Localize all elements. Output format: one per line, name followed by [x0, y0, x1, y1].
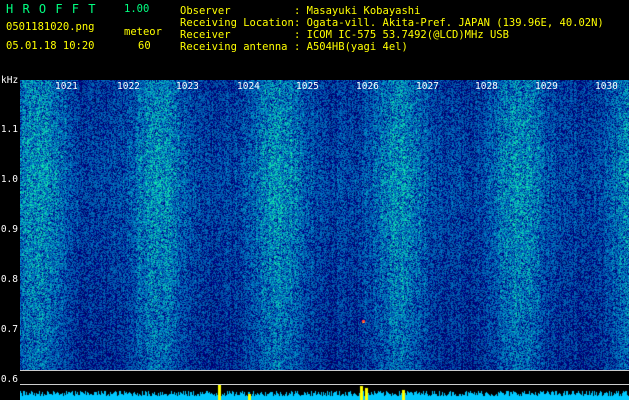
divider-line: [20, 370, 629, 371]
spectrogram-canvas: [20, 80, 629, 370]
file-name: 0501181020.png: [6, 21, 95, 33]
y-tick-label: 0.9: [0, 224, 18, 235]
receiver-label: Receiver: [180, 29, 231, 41]
x-tick-label: 1030: [595, 81, 618, 92]
signal-strip-canvas: [20, 385, 629, 400]
x-tick-label: 1025: [296, 81, 319, 92]
count-value: 60: [138, 40, 151, 52]
location-value: : Ogata-vill. Akita-Pref. JAPAN (139.96E…: [294, 17, 604, 29]
datetime: 05.01.18 10:20: [6, 40, 95, 52]
y-tick-label: 0.7: [0, 324, 18, 335]
app-version: 1.00: [124, 3, 150, 15]
y-tick-label: 1.0: [0, 174, 18, 185]
x-tick-label: 1026: [356, 81, 379, 92]
y-tick-label: 1.1: [0, 124, 18, 135]
y-tick-label: 0.6: [0, 374, 18, 385]
x-tick-label: 1024: [237, 81, 260, 92]
header-panel: H R O F F T 1.00 0501181020.png meteor 0…: [0, 0, 629, 80]
x-tick-label: 1029: [535, 81, 558, 92]
hrofft-window: H R O F F T 1.00 0501181020.png meteor 0…: [0, 0, 629, 400]
observer-label: Observer: [180, 5, 231, 17]
x-tick-label: 1022: [117, 81, 140, 92]
y-tick-label: 0.8: [0, 274, 18, 285]
x-tick-label: 1027: [416, 81, 439, 92]
app-title: H R O F F T: [6, 2, 97, 16]
antenna-value: : A504HB(yagi 4el): [294, 41, 408, 53]
x-tick-label: 1028: [475, 81, 498, 92]
x-tick-label: 1023: [176, 81, 199, 92]
antenna-label: Receiving antenna: [180, 41, 288, 53]
spectrogram-area: [20, 80, 629, 400]
x-tick-label: 1021: [55, 81, 78, 92]
location-label: Receiving Location: [180, 17, 294, 29]
observer-value: : Masayuki Kobayashi: [294, 5, 421, 17]
mode-label: meteor: [124, 26, 162, 38]
receiver-value: : ICOM IC-575 53.7492(@LCD)MHz USB: [294, 29, 509, 41]
y-axis-unit: kHz: [1, 75, 19, 86]
